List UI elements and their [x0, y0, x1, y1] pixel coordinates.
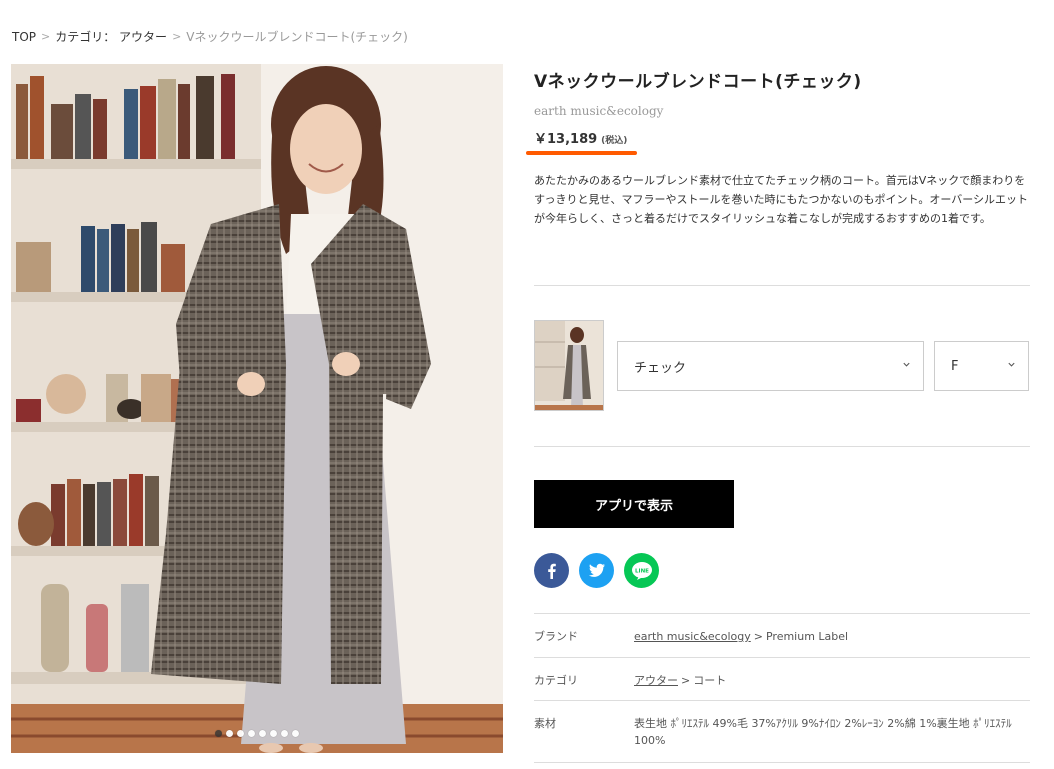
facebook-icon [547, 563, 556, 579]
product-title: Vネックウールブレンドコート(チェック) [534, 72, 862, 92]
gallery-dot[interactable] [248, 730, 255, 737]
size-select[interactable]: F [934, 341, 1029, 391]
color-select-value: チェック [634, 360, 687, 376]
brand-sub-label: Premium Label [765, 630, 849, 643]
spec-value: earth music&ecology > Premium Label [634, 614, 1030, 657]
spec-value: アウター > コート [634, 658, 1030, 700]
spec-table: ブランド earth music&ecology > Premium Label カ… [534, 613, 1030, 763]
gallery-dot[interactable] [292, 730, 299, 737]
variant-row [534, 320, 604, 411]
breadcrumb-separator: > [172, 30, 182, 43]
gallery-dot[interactable] [270, 730, 277, 737]
spec-label: ブランド [534, 630, 578, 643]
size-select-value: F [951, 358, 959, 374]
gallery-dot[interactable] [237, 730, 244, 737]
social-share: LINE [534, 553, 659, 588]
open-in-app-button[interactable]: アプリで表示 [534, 480, 734, 528]
chevron-down-icon [1008, 362, 1015, 367]
gallery-dot[interactable] [226, 730, 233, 737]
gallery-dot[interactable] [215, 730, 222, 737]
color-select[interactable]: チェック [617, 341, 924, 391]
breadcrumb-current: Vネックウールブレンドコート(チェック) [186, 30, 408, 44]
chevron-down-icon [903, 362, 910, 367]
gallery-dot[interactable] [281, 730, 288, 737]
spec-row-brand: ブランド earth music&ecology > Premium Label [534, 614, 1030, 658]
facebook-share-button[interactable] [534, 553, 569, 588]
spec-separator: > [681, 674, 691, 687]
line-icon-text: LINE [635, 568, 649, 574]
twitter-share-button[interactable] [579, 553, 614, 588]
spec-row-material: 素材 表生地 ﾎﾟﾘｴｽﾃﾙ 49%毛 37%ｱｸﾘﾙ 9%ﾅｲﾛﾝ 2%ﾚｰﾖ… [534, 701, 1030, 763]
breadcrumb-category-link[interactable]: カテゴリ： アウター [55, 28, 167, 45]
divider [534, 446, 1030, 447]
line-icon: LINE [631, 561, 652, 580]
product-image-gallery[interactable] [11, 64, 503, 753]
gallery-dot[interactable] [259, 730, 266, 737]
product-image [11, 64, 503, 753]
spec-row-category: カテゴリ アウター > コート [534, 658, 1030, 701]
twitter-icon [588, 563, 605, 577]
price-tax-label: (税込) [601, 136, 628, 146]
line-share-button[interactable]: LINE [624, 553, 659, 588]
spec-label: 素材 [534, 717, 556, 730]
variant-thumbnail-image [535, 321, 603, 410]
breadcrumb-separator: > [41, 30, 51, 43]
category-sub-label: コート [693, 674, 727, 687]
gallery-pagination [11, 730, 503, 737]
brand-link[interactable]: earth music&ecology [634, 630, 751, 643]
spec-value: 表生地 ﾎﾟﾘｴｽﾃﾙ 49%毛 37%ｱｸﾘﾙ 9%ﾅｲﾛﾝ 2%ﾚｰﾖﾝ 2… [634, 717, 1012, 747]
price-highlight-underline [526, 151, 638, 155]
divider [534, 285, 1030, 286]
product-info: Vネックウールブレンドコート(チェック) earth music&ecology… [526, 64, 1030, 228]
category-link[interactable]: アウター [634, 674, 678, 687]
spec-separator: > [753, 630, 763, 643]
variant-thumbnail[interactable] [534, 320, 604, 411]
spec-label: カテゴリ [534, 674, 578, 687]
price-amount: ￥13,189 [534, 132, 598, 147]
breadcrumb: TOP > カテゴリ： アウター > Vネックウールブレンドコート(チェック) [12, 28, 408, 45]
product-price: ￥13,189 (税込) [526, 128, 638, 155]
product-brand: earth music&ecology [534, 104, 664, 118]
breadcrumb-top-link[interactable]: TOP [12, 30, 36, 44]
product-description: あたたかみのあるウールブレンド素材で仕立てたチェック柄のコート。首元はVネックで… [534, 174, 1029, 225]
